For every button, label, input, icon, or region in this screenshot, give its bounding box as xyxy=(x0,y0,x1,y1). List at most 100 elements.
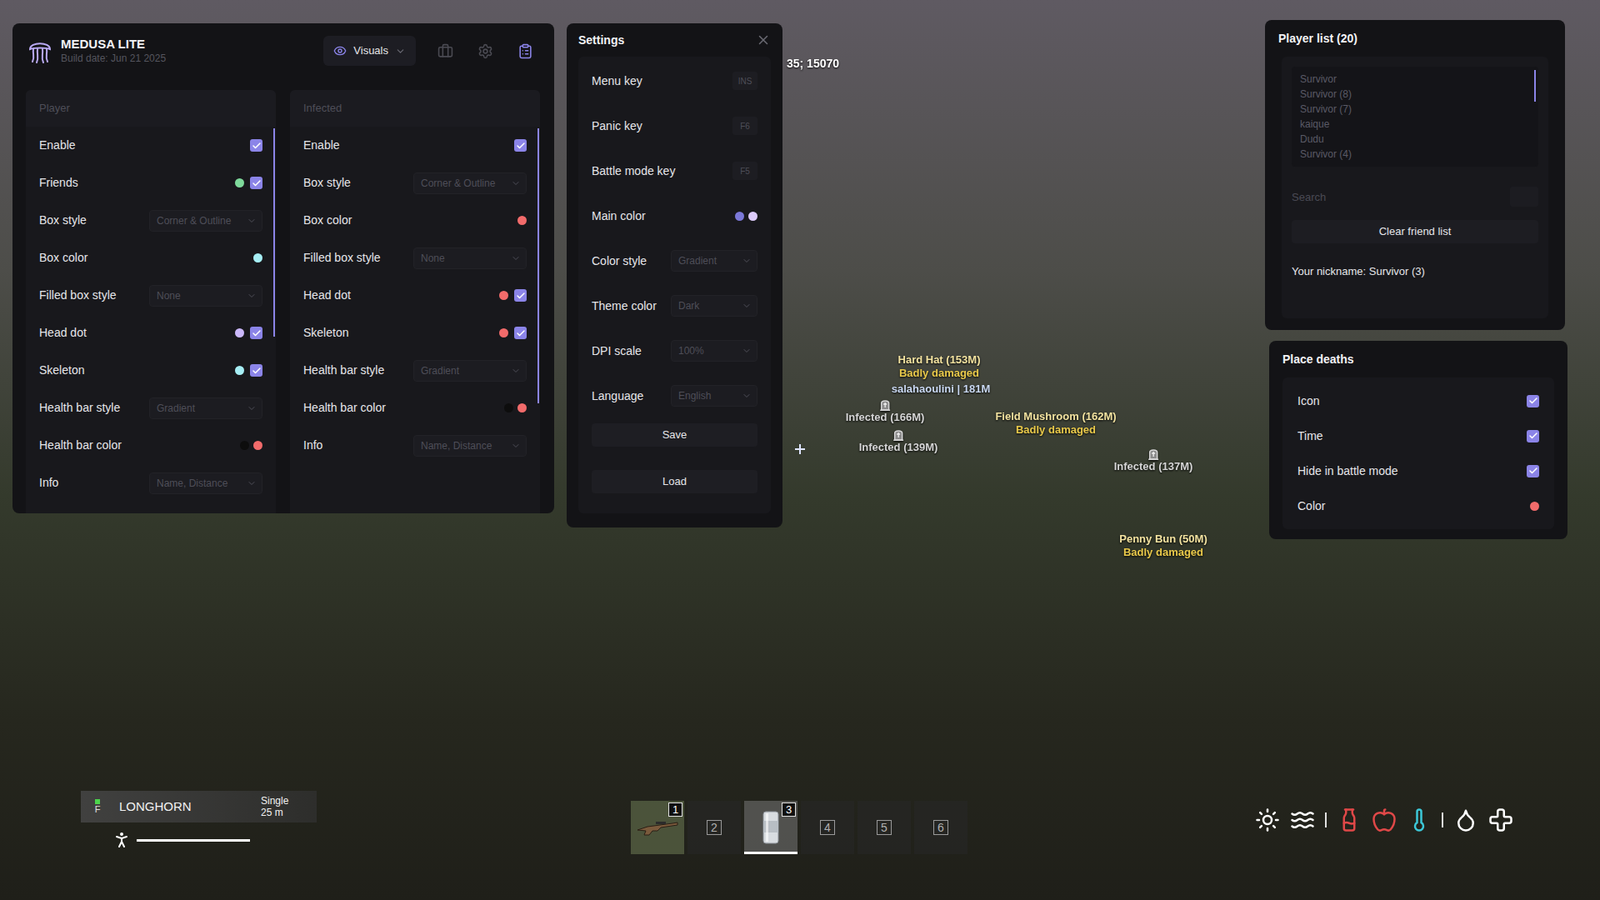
color-dot[interactable] xyxy=(499,328,509,338)
item-marker: Hard Hat (153M)Badly damaged xyxy=(898,353,981,380)
coordinates: 35; 15070 xyxy=(786,55,840,73)
color-dot[interactable] xyxy=(735,211,745,221)
key-field[interactable]: F6 xyxy=(732,116,758,135)
scrollbar[interactable] xyxy=(1534,70,1536,102)
color-dot[interactable] xyxy=(253,440,263,450)
color-dot[interactable] xyxy=(517,403,527,413)
select-box[interactable]: Gradient xyxy=(149,397,263,420)
chevron-icon xyxy=(246,215,257,226)
option-label: Skeleton xyxy=(39,361,85,380)
color-dot[interactable] xyxy=(504,403,514,413)
color-swatches xyxy=(240,440,263,450)
option-row: Color style Gradient xyxy=(581,238,768,284)
color-swatches xyxy=(517,215,527,225)
save-button[interactable]: Save xyxy=(591,423,758,447)
hotbar-slot[interactable]: 6 xyxy=(914,800,968,855)
select-box[interactable]: None xyxy=(413,247,527,270)
checkbox[interactable] xyxy=(514,139,527,152)
health-icon xyxy=(1488,807,1514,833)
player-item[interactable]: Survivor (4) xyxy=(1300,146,1539,162)
player-item[interactable]: kaique xyxy=(1300,116,1539,132)
checkbox[interactable] xyxy=(514,289,527,302)
weapon-hud: FLONGHORNSingle25 m xyxy=(80,790,317,823)
color-dot[interactable] xyxy=(748,211,758,221)
infected-marker: Infected (166M) xyxy=(845,398,925,425)
select-box[interactable]: Dark xyxy=(670,295,758,317)
scrollbar[interactable] xyxy=(537,128,540,404)
immunity-icon xyxy=(1255,807,1280,833)
select-box[interactable]: Gradient xyxy=(670,250,758,272)
select-box[interactable]: 100% xyxy=(670,340,758,362)
color-dot[interactable] xyxy=(517,215,527,225)
header-button[interactable] xyxy=(434,40,456,62)
option-label: Box style xyxy=(303,174,351,192)
visuals-dropdown[interactable]: Visuals xyxy=(323,35,416,66)
color-dot[interactable] xyxy=(235,178,245,188)
option-label: Main color xyxy=(591,207,646,225)
color-dot[interactable] xyxy=(499,290,509,300)
select-box[interactable]: Corner & Outline xyxy=(149,210,263,232)
option-label: Health bar style xyxy=(303,361,385,380)
option-label: Panic key xyxy=(591,117,643,135)
option-row: InfoName, Distance xyxy=(290,426,540,465)
checkbox[interactable] xyxy=(1526,430,1540,443)
color-dot[interactable] xyxy=(1530,501,1540,511)
hotbar-slot[interactable]: 1 xyxy=(630,800,685,855)
player-item[interactable]: Survivor xyxy=(1300,71,1539,87)
checkbox[interactable] xyxy=(1526,395,1540,408)
esp-label: Hard Hat (153M) xyxy=(898,353,981,367)
color-dot[interactable] xyxy=(235,365,245,375)
hotbar-slot[interactable]: 3 xyxy=(744,800,798,855)
option-label: Color style xyxy=(591,252,647,270)
option-row: Theme colorDark xyxy=(581,283,768,329)
hotbar-slot[interactable]: 2 xyxy=(687,800,741,855)
check-icon xyxy=(251,328,262,339)
key-field[interactable]: INS xyxy=(732,71,758,90)
select-box[interactable]: English xyxy=(670,385,758,407)
option-label: Box style xyxy=(39,211,87,230)
close-icon[interactable] xyxy=(755,32,771,48)
header-button[interactable] xyxy=(474,40,496,62)
clear-friend-list-button[interactable]: Clear friend list xyxy=(1291,220,1539,244)
checkbox[interactable] xyxy=(250,176,263,190)
scrollbar[interactable] xyxy=(273,128,275,337)
option-label: Color xyxy=(1297,497,1325,515)
check-icon xyxy=(1528,395,1539,406)
player-item[interactable]: Dudu xyxy=(1300,131,1539,147)
select-box[interactable]: None xyxy=(149,285,263,307)
checkbox[interactable] xyxy=(250,364,263,377)
option-row: Box style Corner & Outline xyxy=(290,164,540,202)
key-field[interactable]: F5 xyxy=(732,161,758,180)
load-button[interactable]: Load xyxy=(591,470,758,494)
option-label: Head dot xyxy=(303,286,351,305)
select-box[interactable]: Name, Distance xyxy=(149,472,263,495)
option-label: Friends xyxy=(39,174,79,192)
player-item[interactable]: Survivor (7) xyxy=(1300,101,1539,117)
header-button[interactable] xyxy=(514,40,536,62)
search-input[interactable] xyxy=(1291,185,1504,209)
color-dot[interactable] xyxy=(235,328,245,338)
stamina xyxy=(111,830,250,850)
select-box[interactable]: Name, Distance xyxy=(413,435,527,457)
esp-condition: Badly damaged xyxy=(899,366,980,380)
chevron-icon xyxy=(510,440,521,451)
settings-window: SettingsMenu keyINSPanic keyF6Battle mod… xyxy=(566,23,783,528)
checkbox[interactable] xyxy=(514,326,527,340)
checkbox[interactable] xyxy=(250,139,263,152)
select-box[interactable]: Corner & Outline xyxy=(413,172,527,195)
check-icon xyxy=(1528,465,1539,476)
option-label: Head dot xyxy=(39,324,87,342)
app-title: MEDUSA LITE xyxy=(60,36,166,52)
checkbox[interactable] xyxy=(250,326,263,340)
search-field-box[interactable] xyxy=(1510,186,1539,207)
hotbar-slot[interactable]: 5 xyxy=(857,800,911,855)
select-box[interactable]: Gradient xyxy=(413,360,527,382)
color-dot[interactable] xyxy=(253,253,263,263)
player-item[interactable]: Survivor (8) xyxy=(1300,86,1539,102)
build-date: Build date: Jun 21 2025 xyxy=(60,51,166,65)
option-row: Enable xyxy=(290,126,540,165)
hotbar-slot[interactable]: 4 xyxy=(800,800,855,855)
checkbox[interactable] xyxy=(1526,465,1540,478)
color-dot[interactable] xyxy=(240,440,250,450)
chevron-icon xyxy=(246,290,257,301)
